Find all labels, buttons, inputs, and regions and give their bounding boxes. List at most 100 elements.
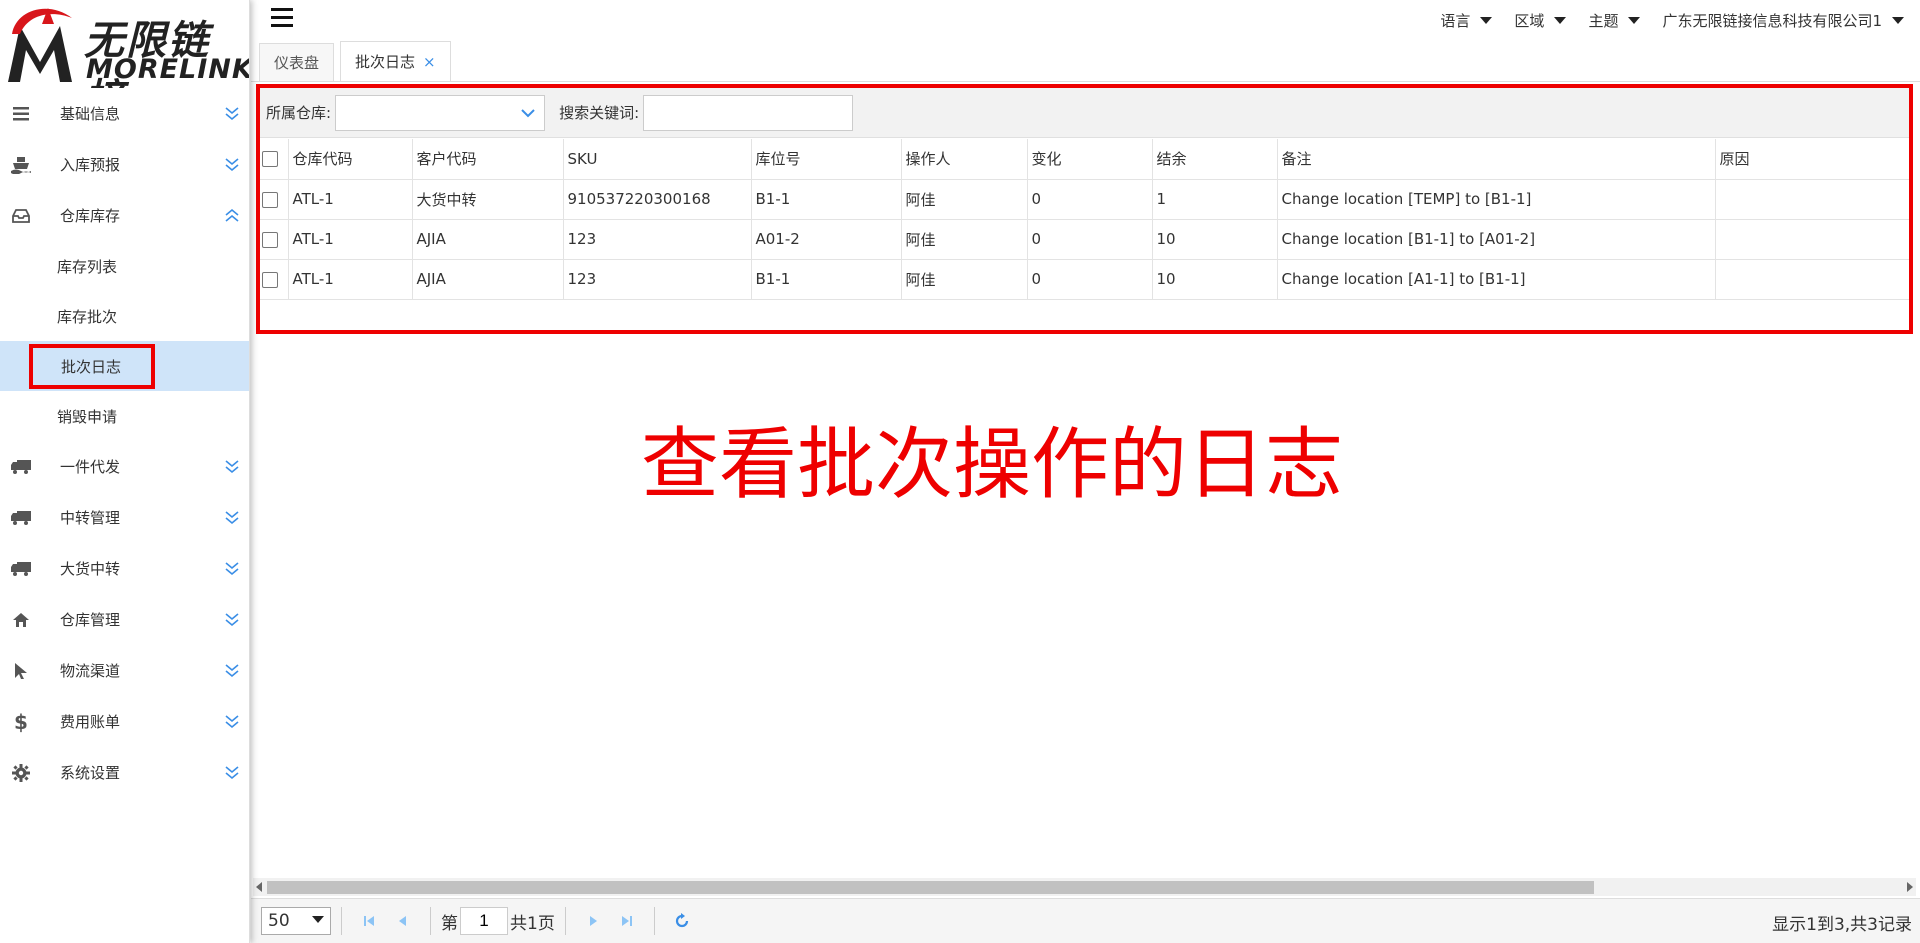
sidebar-item-label: 费用账单 — [60, 713, 121, 731]
scroll-left-arrow-icon[interactable] — [256, 882, 262, 892]
next-page-button[interactable] — [576, 907, 610, 935]
horizontal-scrollbar[interactable] — [253, 878, 1916, 896]
region-dropdown[interactable]: 区域 — [1514, 10, 1567, 31]
caret-down-icon — [1480, 17, 1493, 24]
chevron-double-down-icon — [225, 562, 239, 576]
region-label: 区域 — [1514, 12, 1545, 30]
pager-divider — [430, 907, 431, 935]
ship-icon — [6, 155, 36, 175]
top-menus: 语言 区域 主题 广东无限链接信息科技有限公司1 — [1440, 10, 1904, 31]
sidebar-subitem-destroy-request[interactable]: 销毁申请 — [0, 391, 249, 441]
sidebar-item-label: 大货中转 — [60, 560, 121, 578]
tab-bar: 仪表盘 批次日志 × — [251, 40, 1920, 82]
top-bar: 语言 区域 主题 广东无限链接信息科技有限公司1 — [251, 0, 1920, 40]
chevron-double-down-icon — [225, 107, 239, 121]
language-dropdown[interactable]: 语言 — [1440, 10, 1493, 31]
sidebar-subitem-stock-batch[interactable]: 库存批次 — [0, 291, 249, 341]
dollar-icon: $ — [14, 709, 28, 734]
pager-divider — [653, 907, 655, 935]
sidebar-item-warehouse-stock[interactable]: 仓库库存 — [0, 190, 249, 241]
refresh-icon — [675, 913, 688, 928]
truck-icon — [6, 508, 36, 528]
chevron-double-down-icon — [225, 715, 239, 729]
home-icon — [6, 610, 36, 630]
sidebar-item-label: 入库预报 — [60, 156, 121, 174]
sidebar-menu: 基础信息 入库预报 仓库库存 库存列表 库存批次 批次日志 销毁申请 一件代发 — [0, 88, 249, 798]
main-content: 所属仓库: 搜索关键词: 仓库代码 客户代码 SKU 库位号 操作人 变化 结余… — [251, 82, 1920, 943]
tab-dashboard[interactable]: 仪表盘 — [259, 43, 335, 81]
caret-down-icon — [1554, 17, 1567, 24]
caret-down-icon — [312, 916, 324, 923]
first-page-button[interactable] — [352, 907, 386, 935]
page-number-input[interactable] — [460, 907, 508, 935]
sidebar-subitem-batch-log[interactable]: 批次日志 — [0, 341, 249, 391]
theme-dropdown[interactable]: 主题 — [1588, 10, 1641, 31]
caret-down-icon — [1892, 17, 1904, 24]
pagination-bar: 50 第 共1页 显示1到3,共3记录 — [251, 898, 1920, 943]
scrollbar-thumb[interactable] — [267, 881, 1594, 894]
chevron-double-down-icon — [225, 460, 239, 474]
sidebar-item-label: 物流渠道 — [60, 662, 121, 680]
pager-divider — [341, 907, 342, 935]
sidebar-subitem-label: 销毁申请 — [57, 407, 118, 426]
cursor-icon — [6, 661, 36, 681]
sidebar-subitem-label: 库存批次 — [57, 307, 118, 326]
sidebar-item-logistics-channel[interactable]: 物流渠道 — [0, 645, 249, 696]
chevron-double-up-icon — [225, 208, 239, 222]
prev-page-icon — [399, 916, 406, 926]
tab-label: 仪表盘 — [274, 54, 320, 72]
sidebar-item-inbound-forecast[interactable]: 入库预报 — [0, 139, 249, 190]
language-label: 语言 — [1440, 12, 1471, 30]
chevron-double-down-icon — [225, 158, 239, 172]
truck-icon — [6, 559, 36, 579]
sidebar-item-warehouse-management[interactable]: 仓库管理 — [0, 594, 249, 645]
close-icon[interactable]: × — [423, 53, 436, 71]
sidebar-item-label: 中转管理 — [60, 509, 121, 527]
sidebar-item-system-settings[interactable]: 系统设置 — [0, 747, 249, 798]
tab-batch-log[interactable]: 批次日志 × — [340, 41, 451, 81]
company-label: 广东无限链接信息科技有限公司1 — [1662, 12, 1882, 30]
morelink-logo-mark — [8, 8, 72, 82]
logo: 无限链接 MORELINK — [0, 0, 249, 88]
page-size-select[interactable]: 50 — [261, 907, 331, 935]
page-total-label: 共1页 — [510, 913, 555, 934]
last-page-icon — [621, 916, 632, 926]
theme-label: 主题 — [1588, 12, 1619, 30]
pagination-info: 显示1到3,共3记录 — [1772, 915, 1912, 935]
sidebar-item-dropshipping[interactable]: 一件代发 — [0, 441, 249, 492]
sidebar-item-bulk-transfer[interactable]: 大货中转 — [0, 543, 249, 594]
sidebar-item-label: 一件代发 — [60, 458, 121, 476]
chevron-double-down-icon — [225, 511, 239, 525]
chevron-double-down-icon — [225, 613, 239, 627]
sidebar-subitem-label: 库存列表 — [57, 257, 118, 276]
sidebar-item-billing[interactable]: $ 费用账单 — [0, 696, 249, 747]
sidebar-item-label: 仓库管理 — [60, 611, 121, 629]
company-dropdown[interactable]: 广东无限链接信息科技有限公司1 — [1662, 10, 1904, 31]
bars-icon — [6, 104, 36, 124]
gear-icon — [6, 763, 36, 783]
refresh-button[interactable] — [665, 907, 699, 935]
sidebar-subitem-stock-list[interactable]: 库存列表 — [0, 241, 249, 291]
scroll-right-arrow-icon[interactable] — [1907, 882, 1913, 892]
chevron-double-down-icon — [225, 664, 239, 678]
sidebar-item-transfer-management[interactable]: 中转管理 — [0, 492, 249, 543]
menu-toggle-icon[interactable] — [271, 8, 293, 30]
caret-down-icon — [1628, 17, 1641, 24]
annotation-highlight-box — [256, 84, 1913, 334]
sidebar-item-label: 基础信息 — [60, 105, 121, 123]
last-page-button[interactable] — [610, 907, 644, 935]
sidebar-item-basic-info[interactable]: 基础信息 — [0, 88, 249, 139]
annotation-caption: 查看批次操作的日志 — [641, 420, 1344, 510]
chevron-double-down-icon — [225, 766, 239, 780]
tab-label: 批次日志 — [355, 53, 416, 71]
truck-icon — [6, 457, 36, 477]
sidebar: 无限链接 MORELINK 基础信息 入库预报 仓库库存 库存列表 库存批次 — [0, 0, 250, 943]
next-page-icon — [589, 916, 597, 926]
page-size-value: 50 — [268, 911, 290, 931]
first-page-icon — [364, 916, 374, 926]
inbox-icon — [6, 206, 36, 226]
prev-page-button[interactable] — [386, 907, 420, 935]
pager-divider — [564, 907, 566, 935]
page-prefix-label: 第 — [441, 913, 458, 934]
logo-text-en: MORELINK — [86, 54, 249, 85]
